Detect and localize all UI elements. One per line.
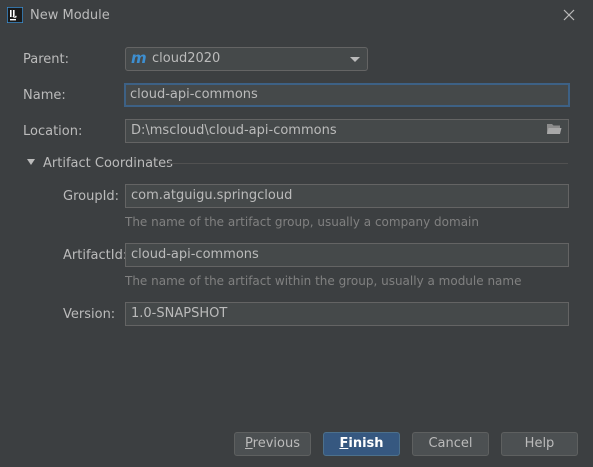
section-title[interactable]: Artifact Coordinates [43, 156, 173, 171]
finish-button[interactable]: Finish [323, 432, 400, 456]
artifactid-hint: The name of the artifact within the grou… [125, 274, 522, 288]
parent-label: Parent: [23, 52, 69, 67]
maven-icon: m [131, 49, 147, 67]
section-divider [167, 163, 568, 164]
version-label: Version: [63, 307, 116, 322]
artifactid-label: ArtifactId: [63, 248, 128, 263]
location-label: Location: [23, 124, 83, 139]
parent-value: cloud2020 [152, 51, 221, 66]
help-button[interactable]: Help [501, 432, 578, 456]
window-title: New Module [30, 8, 110, 23]
parent-dropdown[interactable]: m cloud2020 [125, 47, 368, 71]
chevron-down-icon[interactable] [350, 57, 360, 62]
groupid-label: GroupId: [63, 189, 120, 204]
cancel-button[interactable]: Cancel [412, 432, 489, 456]
previous-mnemonic: P [245, 436, 253, 451]
finish-label: inish [348, 436, 384, 451]
title-bar: New Module [0, 0, 593, 32]
groupid-hint: The name of the artifact group, usually … [125, 215, 479, 229]
collapse-arrow-icon[interactable] [27, 159, 35, 165]
close-icon[interactable] [560, 6, 578, 24]
artifactid-input[interactable]: cloud-api-commons [125, 243, 569, 267]
groupid-input[interactable]: com.atguigu.springcloud [125, 184, 569, 208]
name-label: Name: [23, 88, 66, 103]
previous-button[interactable]: Previous [234, 432, 311, 456]
previous-label: revious [252, 436, 300, 451]
version-input[interactable]: 1.0-SNAPSHOT [125, 302, 569, 326]
intellij-icon [7, 7, 23, 23]
name-input[interactable]: cloud-api-commons [124, 83, 570, 107]
folder-icon[interactable] [546, 122, 562, 136]
location-input[interactable]: D:\mscloud\cloud-api-commons [125, 119, 569, 143]
